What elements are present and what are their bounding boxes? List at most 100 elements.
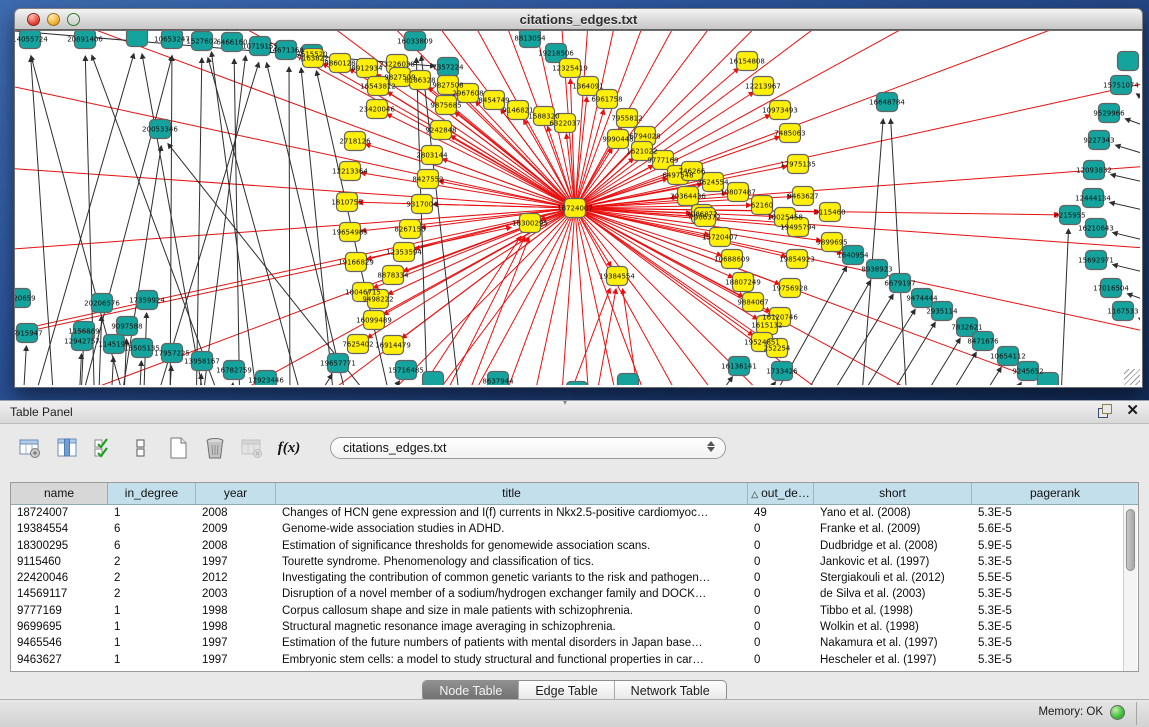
table-cell[interactable]: 2003 <box>196 586 276 602</box>
graph-edge[interactable] <box>484 208 575 385</box>
table-cell[interactable]: 1 <box>108 619 196 635</box>
table-cell[interactable]: de Silva et al. (2003) <box>814 586 972 602</box>
graph-edge[interactable] <box>1110 202 1140 211</box>
graph-edge[interactable] <box>98 316 102 385</box>
table-cell[interactable]: Investigating the contribution of common… <box>276 570 748 586</box>
table-cell[interactable]: Genome-wide association studies in ADHD. <box>276 521 748 537</box>
graph-edge[interactable] <box>289 67 290 385</box>
graph-edge[interactable] <box>1113 265 1140 273</box>
table-scrollbar[interactable] <box>1123 505 1137 671</box>
table-cell[interactable]: Nakamura et al. (1997) <box>814 635 972 651</box>
graph-edge[interactable] <box>575 208 1140 385</box>
panel-splitter-grip[interactable]: ▾ <box>563 398 567 407</box>
table-cell[interactable]: 0 <box>748 652 814 668</box>
column-browser-icon[interactable] <box>55 436 79 460</box>
table-cell[interactable]: 2008 <box>196 505 276 521</box>
graph-edge[interactable] <box>142 54 208 385</box>
table-cell[interactable]: 18724007 <box>11 505 108 521</box>
table-cell[interactable]: 0 <box>748 635 814 651</box>
column-header-out-degree[interactable]: △out_de… <box>748 483 814 504</box>
table-cell[interactable]: 0 <box>748 554 814 570</box>
network-graph[interactable]: 1872400714055724208914061065324715276026… <box>15 31 1140 385</box>
tab-network-table[interactable]: Network Table <box>615 681 726 701</box>
table-cell[interactable]: 0 <box>748 521 814 537</box>
graph-edge[interactable] <box>575 208 1140 385</box>
table-cell[interactable]: 1997 <box>196 635 276 651</box>
table-options-icon[interactable] <box>18 436 42 460</box>
table-cell[interactable]: 1 <box>108 603 196 619</box>
table-cell[interactable]: 5.3E-5 <box>972 619 1138 635</box>
table-row[interactable]: 946554611997Estimation of the future num… <box>11 635 1138 651</box>
graph-edge[interactable] <box>400 236 521 385</box>
table-cell[interactable]: Jankovic et al. (1997) <box>814 554 972 570</box>
table-cell[interactable]: Tourette syndrome. Phenomenology and cla… <box>276 554 748 570</box>
tab-edge-table[interactable]: Edge Table <box>519 681 614 701</box>
table-cell[interactable]: 18300295 <box>11 538 108 554</box>
graph-edge[interactable] <box>387 114 575 208</box>
table-row[interactable]: 969969511998Structural magnetic resonanc… <box>11 619 1138 635</box>
graph-edge[interactable] <box>575 208 1140 385</box>
table-scrollbar-thumb[interactable] <box>1126 509 1135 571</box>
network-canvas[interactable]: 1872400714055724208914061065324715276026… <box>14 30 1143 388</box>
table-cell[interactable]: 14569117 <box>11 586 108 602</box>
table-row[interactable]: 977716911998Corpus callosum shape and si… <box>11 603 1138 619</box>
table-cell[interactable]: 22420046 <box>11 570 108 586</box>
table-selector-dropdown[interactable]: citations_edges.txt <box>330 437 726 459</box>
table-cell[interactable]: 5.3E-5 <box>972 586 1138 602</box>
table-cell[interactable]: 5.3E-5 <box>972 603 1138 619</box>
table-cell[interactable]: 5.9E-5 <box>972 538 1138 554</box>
table-cell[interactable]: 1 <box>108 652 196 668</box>
table-cell[interactable]: 0 <box>748 603 814 619</box>
table-cell[interactable]: Hescheler et al. (1997) <box>814 652 972 668</box>
table-cell[interactable]: 19384554 <box>11 521 108 537</box>
table-cell[interactable]: Changes of HCN gene expression and I(f) … <box>276 505 748 521</box>
column-header-name[interactable]: name <box>11 483 108 504</box>
column-header-short[interactable]: short <box>814 483 972 504</box>
graph-edge[interactable] <box>1125 119 1140 127</box>
graph-node[interactable] <box>423 372 444 386</box>
graph-edge[interactable] <box>623 289 642 385</box>
tab-node-table[interactable]: Node Table <box>423 681 519 701</box>
graph-edge[interactable] <box>1139 318 1140 323</box>
graph-edge[interactable] <box>368 381 400 385</box>
table-cell[interactable]: 2008 <box>196 538 276 554</box>
table-cell[interactable]: 9463627 <box>11 652 108 668</box>
graph-edge[interactable] <box>150 63 259 385</box>
table-cell[interactable]: Embryonic stem cells: a model to study s… <box>276 652 748 668</box>
graph-edge[interactable] <box>196 58 202 385</box>
table-cell[interactable]: 5.5E-5 <box>972 570 1138 586</box>
graph-edge[interactable] <box>138 361 141 385</box>
table-cell[interactable]: 1998 <box>196 619 276 635</box>
delete-column-icon[interactable] <box>203 436 227 460</box>
table-cell[interactable]: Franke et al. (2009) <box>814 521 972 537</box>
graph-edge[interactable] <box>300 374 332 385</box>
graph-node[interactable] <box>1118 52 1139 71</box>
table-cell[interactable]: 1 <box>108 635 196 651</box>
float-panel-icon[interactable] <box>1098 404 1112 418</box>
table-cell[interactable]: 0 <box>748 619 814 635</box>
delete-table-icon[interactable] <box>240 436 264 460</box>
table-cell[interactable]: Stergiakouli et al. (2012) <box>814 570 972 586</box>
graph-edge[interactable] <box>808 294 893 385</box>
column-header-in-degree[interactable]: in_degree <box>108 483 196 504</box>
table-cell[interactable]: 5.3E-5 <box>972 635 1138 651</box>
table-cell[interactable]: 0 <box>748 570 814 586</box>
graph-edge[interactable] <box>575 208 1140 385</box>
graph-edge[interactable] <box>1060 229 1069 385</box>
table-cell[interactable]: 9699695 <box>11 619 108 635</box>
graph-node[interactable] <box>618 374 639 386</box>
memory-ok-indicator[interactable] <box>1110 705 1125 720</box>
table-cell[interactable]: Estimation of the future numbers of pati… <box>276 635 748 651</box>
table-cell[interactable]: 2 <box>108 570 196 586</box>
table-row[interactable]: 946362711997Embryonic stem cells: a mode… <box>11 652 1138 668</box>
column-header-pagerank[interactable]: pagerank <box>972 483 1138 504</box>
graph-edge[interactable] <box>575 208 1140 385</box>
column-header-title[interactable]: title <box>276 483 748 504</box>
graph-edge[interactable] <box>1127 294 1140 301</box>
table-cell[interactable]: 0 <box>748 538 814 554</box>
table-cell[interactable]: Wolkin et al. (1998) <box>814 619 972 635</box>
graph-edge[interactable] <box>78 354 81 385</box>
table-cell[interactable]: 6 <box>108 521 196 537</box>
graph-edge[interactable] <box>560 288 610 385</box>
graph-node[interactable] <box>567 382 588 386</box>
